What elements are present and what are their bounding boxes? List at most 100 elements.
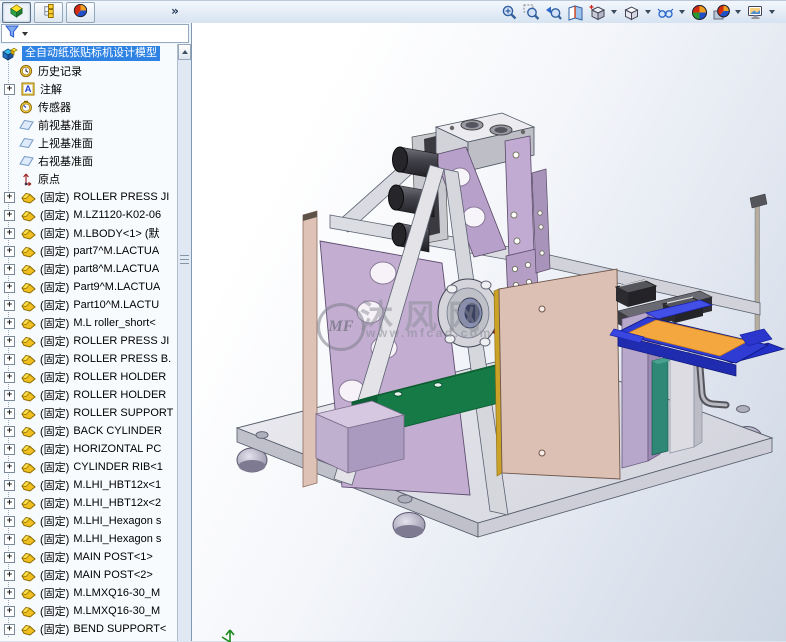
expand-icon[interactable]: + [4,209,15,221]
expand-icon[interactable]: + [4,515,15,527]
expand-icon[interactable]: + [4,299,15,311]
tab-displaymanager[interactable] [66,2,95,23]
expand-icon[interactable]: + [4,587,15,599]
tab-featuremanager[interactable] [2,2,31,23]
apply-scene-dropdown[interactable] [735,10,741,14]
expand-icon[interactable]: + [4,551,15,563]
part-icon [20,604,36,619]
annotations-icon: A [20,82,36,97]
tree-plane-right[interactable]: 右视基准面 [0,152,178,170]
expand-icon[interactable]: + [4,317,15,329]
tree-component-row[interactable]: + (固定) BACK CYLINDER [0,422,178,440]
filter-dropdown-caret[interactable] [22,31,28,36]
tree-plane-top[interactable]: 上视基准面 [0,134,178,152]
tree-component-row[interactable]: + (固定) M.LZ1120-K02-06 [0,206,178,224]
expand-icon[interactable]: + [4,407,15,419]
tree-plane-front[interactable]: 前视基准面 [0,116,178,134]
expand-icon[interactable]: + [4,479,15,491]
tree-component-row[interactable]: + (固定) Part10^M.LACTU [0,296,178,314]
view-settings-icon[interactable] [746,3,764,21]
tree-component-row[interactable]: + (固定) ROLLER PRESS JI [0,332,178,350]
previous-view-icon[interactable] [544,3,562,21]
part-icon [20,406,36,421]
tree-scrollbar[interactable] [177,44,191,641]
filter-funnel-icon [4,25,20,43]
tree-component-row[interactable]: + (固定) BEND SUPPORT< [0,620,178,638]
tree-component-row[interactable]: + (固定) ROLLER PRESS JI [0,188,178,206]
display-style-dropdown[interactable] [645,10,651,14]
expand-icon[interactable]: + [4,191,15,203]
view-orientation-icon[interactable] [588,3,606,21]
part-icon [20,298,36,313]
panel-splitter-grip[interactable] [180,252,189,264]
hide-show-items-dropdown[interactable] [679,10,685,14]
expand-icon[interactable]: + [4,245,15,257]
tree-component-row[interactable]: + (固定) M.LBODY<1> (默 [0,224,178,242]
expand-icon[interactable]: + [4,443,15,455]
tree-component-row[interactable]: + (固定) ROLLER PRESS B. [0,350,178,368]
tree-component-row[interactable]: + (固定) M.L roller_short< [0,314,178,332]
plane-icon [18,136,34,151]
expand-icon[interactable]: + [4,623,15,635]
expand-icon[interactable]: + [4,497,15,509]
expand-icon[interactable]: + [4,389,15,401]
view-settings-dropdown[interactable] [769,10,775,14]
tree-component-row[interactable]: + (固定) M.LHI_Hexagon s [0,530,178,548]
expand-icon[interactable]: + [4,605,15,617]
part-icon [20,442,36,457]
feature-tree-icon [9,3,24,23]
expand-icon[interactable]: + [4,569,15,581]
edit-appearance-icon[interactable] [690,3,708,21]
part-icon [20,262,36,277]
tree-root-label[interactable]: 全自动纸张贴标机设计模型 [22,45,160,61]
tree-component-row[interactable]: + (固定) M.LMXQ16-30_M [0,602,178,620]
tree-component-row[interactable]: + (固定) HORIZONTAL PC [0,440,178,458]
hide-show-items-icon[interactable] [656,3,674,21]
tree-component-row[interactable]: + (固定) part8^M.LACTUA [0,260,178,278]
toolbar-overflow-button[interactable]: » [166,3,184,20]
view-orientation-dropdown[interactable] [611,10,617,14]
expand-icon[interactable]: + [4,335,15,347]
expand-icon[interactable]: + [4,353,15,365]
tree-component-row[interactable]: + (固定) M.LHI_Hexagon s [0,512,178,530]
tree-component-row[interactable]: + (固定) M.LHI_HBT12x<1 [0,476,178,494]
part-icon [20,496,36,511]
tree-component-row[interactable]: + (固定) ROLLER HOLDER [0,368,178,386]
back-wall-plate[interactable] [302,210,318,488]
history-icon [18,64,34,79]
scroll-up-button[interactable] [178,44,191,60]
tree-component-row[interactable]: + (固定) ROLLER SUPPORT [0,404,178,422]
expand-icon[interactable]: + [4,425,15,437]
expand-icon[interactable]: + [4,263,15,275]
expand-icon[interactable]: + [4,227,15,239]
tree-origin[interactable]: 原点 [0,170,178,188]
tree-folder-annotations[interactable]: + A 注解 [0,80,178,98]
expand-icon[interactable]: + [4,83,15,95]
tree-component-row[interactable]: + (固定) MAIN POST<1> [0,548,178,566]
apply-scene-icon[interactable] [712,3,730,21]
section-view-icon[interactable] [566,3,584,21]
tree-component-row[interactable]: + (固定) M.LHI_HBT12x<2 [0,494,178,512]
tree-component-row[interactable]: + (固定) M.LMXQ16-30_M [0,584,178,602]
tree-filter-input[interactable] [1,24,189,43]
tree-component-row[interactable]: + (固定) CYLINDER RIB<1 [0,458,178,476]
expand-icon[interactable]: + [4,461,15,473]
tree-folder-sensors[interactable]: 传感器 [0,98,178,116]
zoom-to-area-icon[interactable] [522,3,540,21]
tree-folder-history[interactable]: 历史记录 [0,62,178,80]
tree-component-row[interactable]: + (固定) MAIN POST<2> [0,566,178,584]
cylinder-block-box[interactable] [314,400,406,474]
tree-component-row[interactable]: + (固定) Part9^M.LACTUA [0,278,178,296]
tree-component-row[interactable]: + (固定) ROLLER HOLDER [0,386,178,404]
tree-component-row[interactable]: + (固定) part7^M.LACTUA [0,242,178,260]
tab-configurationmanager[interactable] [34,2,63,23]
tree-root-row[interactable]: 全自动纸张贴标机设计模型 [0,44,178,62]
expand-icon[interactable]: + [4,533,15,545]
zoom-to-fit-icon[interactable] [500,3,518,21]
part-icon [20,352,36,367]
expand-icon[interactable]: + [4,371,15,383]
expand-icon[interactable]: + [4,281,15,293]
display-style-icon[interactable] [622,3,640,21]
front-panel-plate[interactable] [493,268,621,480]
top-toolbar: » [0,1,786,24]
